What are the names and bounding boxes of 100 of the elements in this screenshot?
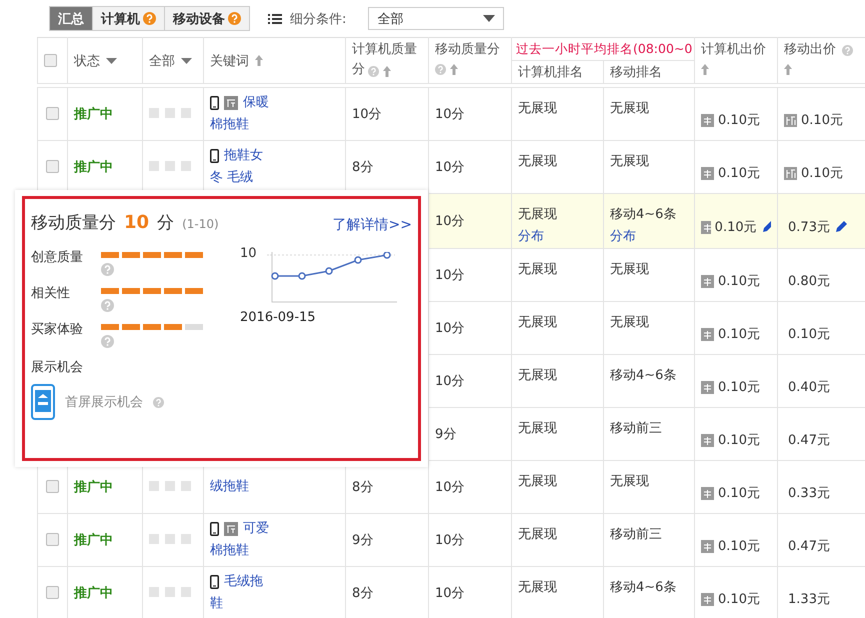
help-icon	[153, 396, 164, 408]
popup-title: 移动质量分	[31, 212, 116, 234]
sort-icon[interactable]	[701, 64, 710, 75]
help-icon	[228, 12, 241, 25]
column-header[interactable]: 全部	[149, 52, 175, 70]
row-checkbox[interactable]	[46, 586, 59, 600]
row-checkbox[interactable]	[46, 160, 59, 174]
bid-text: 0.33元	[788, 485, 830, 502]
status-text: 推广中	[74, 533, 113, 548]
tag-icon	[224, 522, 238, 536]
score-text: 8分	[352, 586, 374, 601]
bid-text: 0.10元	[718, 379, 760, 396]
column-header: 计算机排名	[518, 65, 583, 80]
rank-text: 无展现	[518, 368, 557, 383]
tag-icon	[224, 96, 238, 110]
score-text: 9分	[352, 533, 374, 548]
bid-icon	[701, 434, 714, 446]
sort-icon[interactable]	[784, 64, 792, 75]
tab[interactable]: 移动设备	[164, 7, 249, 30]
bid-text: 0.10元	[788, 326, 830, 343]
caret-icon[interactable]	[181, 58, 192, 64]
sort-icon[interactable]	[383, 66, 391, 77]
column-header: 移动排名	[610, 65, 662, 80]
bid-icon	[701, 328, 714, 340]
keyword-link[interactable]: 鞋	[210, 596, 223, 611]
keyword-link[interactable]: 保暖	[243, 92, 269, 114]
distribution-link[interactable]: 分布	[610, 229, 636, 244]
sort-icon[interactable]	[450, 64, 458, 75]
help-icon	[143, 12, 156, 25]
table-row[interactable]: 推广中 毛绒拖 鞋 8分 10分 无展现 移动4~6条 0.10元 1.33元	[38, 566, 865, 618]
metric-label: 相关性	[31, 285, 71, 303]
rank-text: 无展现	[610, 315, 649, 330]
bid-text: 0.40元	[788, 379, 830, 396]
metric-label: 买家体验	[31, 321, 84, 339]
caret-icon[interactable]	[106, 58, 117, 64]
score-text: 10分	[435, 160, 465, 175]
pencil-icon[interactable]	[834, 220, 848, 234]
table-row[interactable]: 推广中 可爱 棉拖鞋 9分 10分 无展现 移动前三 0.10元 0.47元	[38, 514, 865, 566]
phone-icon	[210, 575, 219, 589]
rank-text: 无展现	[518, 207, 557, 222]
keyword-link[interactable]: 拖鞋女	[224, 145, 263, 167]
group-header: 过去一小时平均排名(08:00~0	[516, 40, 692, 56]
filter-dropdown[interactable]: 全部	[368, 7, 504, 30]
bid-text: 0.10元	[714, 219, 757, 236]
bid-text: 0.10元	[801, 112, 843, 129]
score-text: 10分	[435, 321, 465, 336]
keyword-link[interactable]: 可爱	[243, 518, 269, 540]
status-text: 推广中	[74, 107, 113, 122]
row-checkbox[interactable]	[46, 533, 59, 546]
row-checkbox[interactable]	[46, 480, 59, 494]
score-text: 10分	[435, 374, 465, 389]
list-icon	[268, 13, 282, 24]
help-icon	[368, 66, 379, 77]
phone-top-icon	[31, 384, 55, 420]
phone-icon	[210, 149, 219, 163]
keyword-link[interactable]: 毛绒拖	[224, 571, 263, 593]
status-text: 推广中	[74, 160, 113, 175]
filter-label: 细分条件:	[290, 10, 346, 28]
keyword-link[interactable]: 棉拖鞋	[210, 117, 249, 132]
rank-text: 无展现	[610, 474, 649, 489]
bid-text: 0.10元	[718, 591, 760, 608]
distribution-link[interactable]: 分布	[518, 229, 544, 244]
bid-text: 0.10元	[801, 165, 843, 182]
rank-text: 移动4~6条	[610, 207, 676, 222]
rank-text: 无展现	[518, 474, 557, 489]
column-header[interactable]: 状态	[74, 52, 100, 70]
bid-text: 0.10元	[718, 538, 760, 555]
bid-icon	[701, 166, 714, 180]
table-row[interactable]: 推广中 保暖 棉拖鞋 10分 10分 无展现 无展现 0.10元 0.10元	[38, 88, 865, 140]
bid-text: 0.47元	[788, 538, 830, 555]
bid-text: 0.10元	[718, 112, 760, 129]
sort-icon[interactable]	[255, 55, 263, 66]
rank-text: 无展现	[610, 262, 649, 277]
tab[interactable]: 计算机	[92, 7, 164, 30]
pencil-icon[interactable]	[760, 220, 772, 234]
keyword-link[interactable]: 绒拖鞋	[210, 476, 249, 498]
rank-text: 无展现	[518, 421, 557, 436]
bid-text: 0.10元	[718, 273, 760, 290]
rank-text: 移动前三	[610, 527, 662, 542]
phone-icon	[210, 522, 219, 536]
column-header[interactable]: 关键词	[210, 52, 249, 70]
help-icon	[101, 263, 114, 276]
score-text: 10分	[435, 107, 465, 122]
keyword-link[interactable]: 冬 毛绒	[210, 170, 254, 185]
tab[interactable]: 汇总	[50, 7, 92, 30]
details-link[interactable]: 了解详情>>	[332, 216, 412, 234]
bid-icon	[701, 380, 714, 394]
select-all-checkbox[interactable]	[44, 54, 57, 67]
bid-icon	[701, 220, 711, 234]
bid-text: 0.10元	[718, 485, 760, 502]
keyword-link[interactable]: 棉拖鞋	[210, 543, 249, 558]
score-text: 10分	[435, 533, 465, 548]
bid-text: 0.47元	[788, 432, 830, 449]
row-checkbox[interactable]	[46, 107, 59, 120]
rank-text: 无展现	[518, 315, 557, 330]
bid-text: 0.73元	[788, 219, 830, 236]
phone-icon	[210, 96, 219, 110]
bid-icon	[701, 274, 714, 288]
help-icon	[842, 44, 854, 56]
score-text: 8分	[352, 480, 374, 495]
